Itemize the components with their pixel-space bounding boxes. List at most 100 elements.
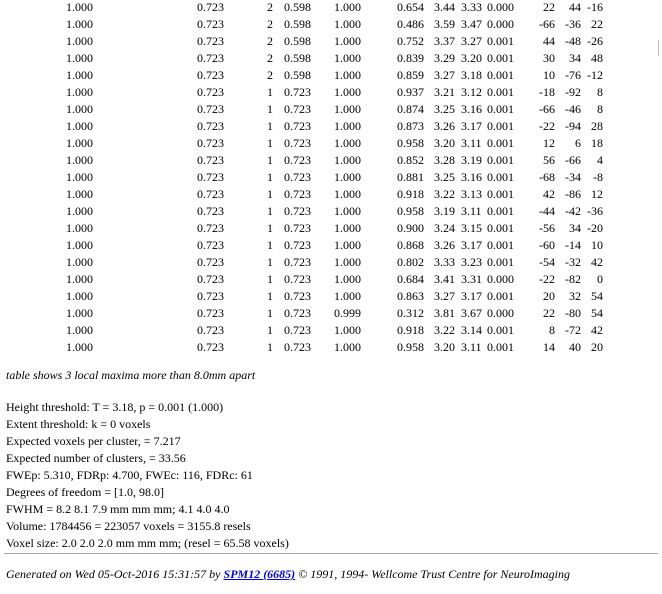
table-cell: -44 — [539, 204, 555, 218]
table-cell: 2 — [267, 34, 273, 48]
table-row: 1.000 0.723 1 0.723 0.999 0.312 3.81 3.67 0.000 2… — [0, 305, 603, 322]
table-cell: 0.723 — [284, 306, 311, 320]
table-cell: -12 — [587, 68, 603, 82]
table-cell: 3.11 — [461, 340, 482, 354]
table-row: 1.000 0.723 1 0.723 1.000 0.873 3.26 3.17 0.001 -… — [0, 118, 603, 135]
table-cell: -72 — [565, 323, 581, 337]
results-table: 1.000 0.723 2 0.598 1.000 0.654 3.44 3.33 0.000 2… — [0, 0, 603, 356]
table-cell: -82 — [565, 272, 581, 286]
table-cell: 1.000 — [334, 17, 361, 31]
table-row: 1.000 0.723 1 0.723 1.000 0.958 3.19 3.11 0.001 -… — [0, 203, 603, 220]
table-cell: 0.723 — [284, 187, 311, 201]
table-cell: 3.22 — [434, 187, 455, 201]
table-cell: 0.802 — [397, 255, 424, 269]
table-cell: 0.874 — [397, 102, 424, 116]
table-cell: 1.000 — [66, 153, 93, 167]
table-cell: 0.723 — [197, 136, 224, 150]
table-cell: 0.918 — [397, 323, 424, 337]
table-cell: -22 — [539, 272, 555, 286]
table-cell: 1.000 — [334, 187, 361, 201]
table-cell: 3.21 — [434, 85, 455, 99]
table-cell: 3.19 — [461, 153, 482, 167]
table-cell: 3.26 — [434, 119, 455, 133]
table-cell: 0.873 — [397, 119, 424, 133]
table-cell: 3.19 — [434, 204, 455, 218]
table-cell: -26 — [587, 34, 603, 48]
table-cell: 3.22 — [434, 323, 455, 337]
table-cell: 3.17 — [461, 238, 482, 252]
table-cell: 22 — [543, 306, 555, 320]
table-cell: 0.723 — [284, 153, 311, 167]
table-cell: 48 — [591, 51, 603, 65]
scrollbar-edge[interactable] — [658, 40, 662, 56]
table-cell: 3.14 — [461, 323, 482, 337]
table-cell: 1.000 — [66, 221, 93, 235]
table-cell: 32 — [569, 289, 581, 303]
table-cell: 0.001 — [487, 102, 514, 116]
table-cell: 1.000 — [334, 136, 361, 150]
table-cell: 18 — [591, 136, 603, 150]
table-cell: 3.31 — [461, 272, 482, 286]
table-cell: 0.723 — [197, 34, 224, 48]
table-cell: 0.918 — [397, 187, 424, 201]
table-note: table shows 3 local maxima more than 8.0… — [6, 368, 256, 382]
table-cell: 0.000 — [487, 17, 514, 31]
spm-link[interactable]: SPM12 (6685) — [224, 567, 296, 581]
height-threshold: Height threshold: T = 3.18, p = 0.001 (1… — [6, 400, 224, 414]
table-row: 1.000 0.723 2 0.598 1.000 0.752 3.37 3.27 0.001 4… — [0, 33, 603, 50]
table-cell: -86 — [565, 187, 581, 201]
table-cell: 30 — [543, 51, 555, 65]
table-cell: 0.000 — [487, 306, 514, 320]
table-row: 1.000 0.723 1 0.723 1.000 0.958 3.20 3.11 0.001 1… — [0, 339, 603, 356]
table-cell: 0.723 — [197, 170, 224, 184]
table-cell: 0.723 — [197, 306, 224, 320]
table-cell: 0.001 — [487, 255, 514, 269]
table-cell: 1 — [267, 170, 273, 184]
table-cell: 0.859 — [397, 68, 424, 82]
table-cell: 1 — [267, 136, 273, 150]
table-cell: 0.598 — [284, 34, 311, 48]
table-cell: 10 — [543, 68, 555, 82]
table-cell: 3.28 — [434, 153, 455, 167]
table-cell: 0.723 — [197, 119, 224, 133]
table-cell: 1.000 — [334, 340, 361, 354]
table-cell: 1.000 — [66, 68, 93, 82]
table-row: 1.000 0.723 1 0.723 1.000 0.852 3.28 3.19 0.001 5… — [0, 152, 603, 169]
table-cell: 3.33 — [434, 255, 455, 269]
table-cell: 28 — [591, 119, 603, 133]
table-cell: 12 — [543, 136, 555, 150]
table-cell: 1.000 — [66, 102, 93, 116]
table-cell: -18 — [539, 85, 555, 99]
table-cell: -80 — [565, 306, 581, 320]
table-cell: 1.000 — [334, 119, 361, 133]
degrees-of-freedom: Degrees of freedom = [1.0, 98.0] — [6, 485, 165, 499]
table-cell: 0.000 — [487, 0, 514, 14]
table-row: 1.000 0.723 1 0.723 1.000 0.900 3.24 3.15 0.001 -… — [0, 220, 603, 237]
table-cell: 3.20 — [434, 136, 455, 150]
table-cell: 1.000 — [66, 170, 93, 184]
table-cell: 0.001 — [487, 136, 514, 150]
table-cell: 1.000 — [66, 34, 93, 48]
table-cell: -92 — [565, 85, 581, 99]
table-cell: 0.000 — [487, 272, 514, 286]
table-cell: 1.000 — [334, 289, 361, 303]
table-cell: 0.999 — [334, 306, 361, 320]
table-cell: 3.27 — [434, 68, 455, 82]
table-cell: 42 — [543, 187, 555, 201]
table-cell: 3.44 — [434, 0, 455, 14]
table-cell: 1.000 — [66, 289, 93, 303]
table-cell: 1.000 — [66, 272, 93, 286]
table-cell: 0.486 — [397, 17, 424, 31]
table-row: 1.000 0.723 1 0.723 1.000 0.684 3.41 3.31 0.000 -… — [0, 271, 603, 288]
table-cell: 3.12 — [461, 85, 482, 99]
table-cell: 0.958 — [397, 136, 424, 150]
table-cell: 0.723 — [284, 238, 311, 252]
table-cell: 8 — [549, 323, 555, 337]
table-row: 1.000 0.723 1 0.723 1.000 0.918 3.22 3.14 0.001 8… — [0, 322, 603, 339]
table-row: 1.000 0.723 1 0.723 1.000 0.802 3.33 3.23 0.001 -… — [0, 254, 603, 271]
table-cell: 0.001 — [487, 51, 514, 65]
table-cell: 1.000 — [334, 238, 361, 252]
table-cell: 0.001 — [487, 153, 514, 167]
table-cell: 0.958 — [397, 340, 424, 354]
table-cell: 3.11 — [461, 204, 482, 218]
